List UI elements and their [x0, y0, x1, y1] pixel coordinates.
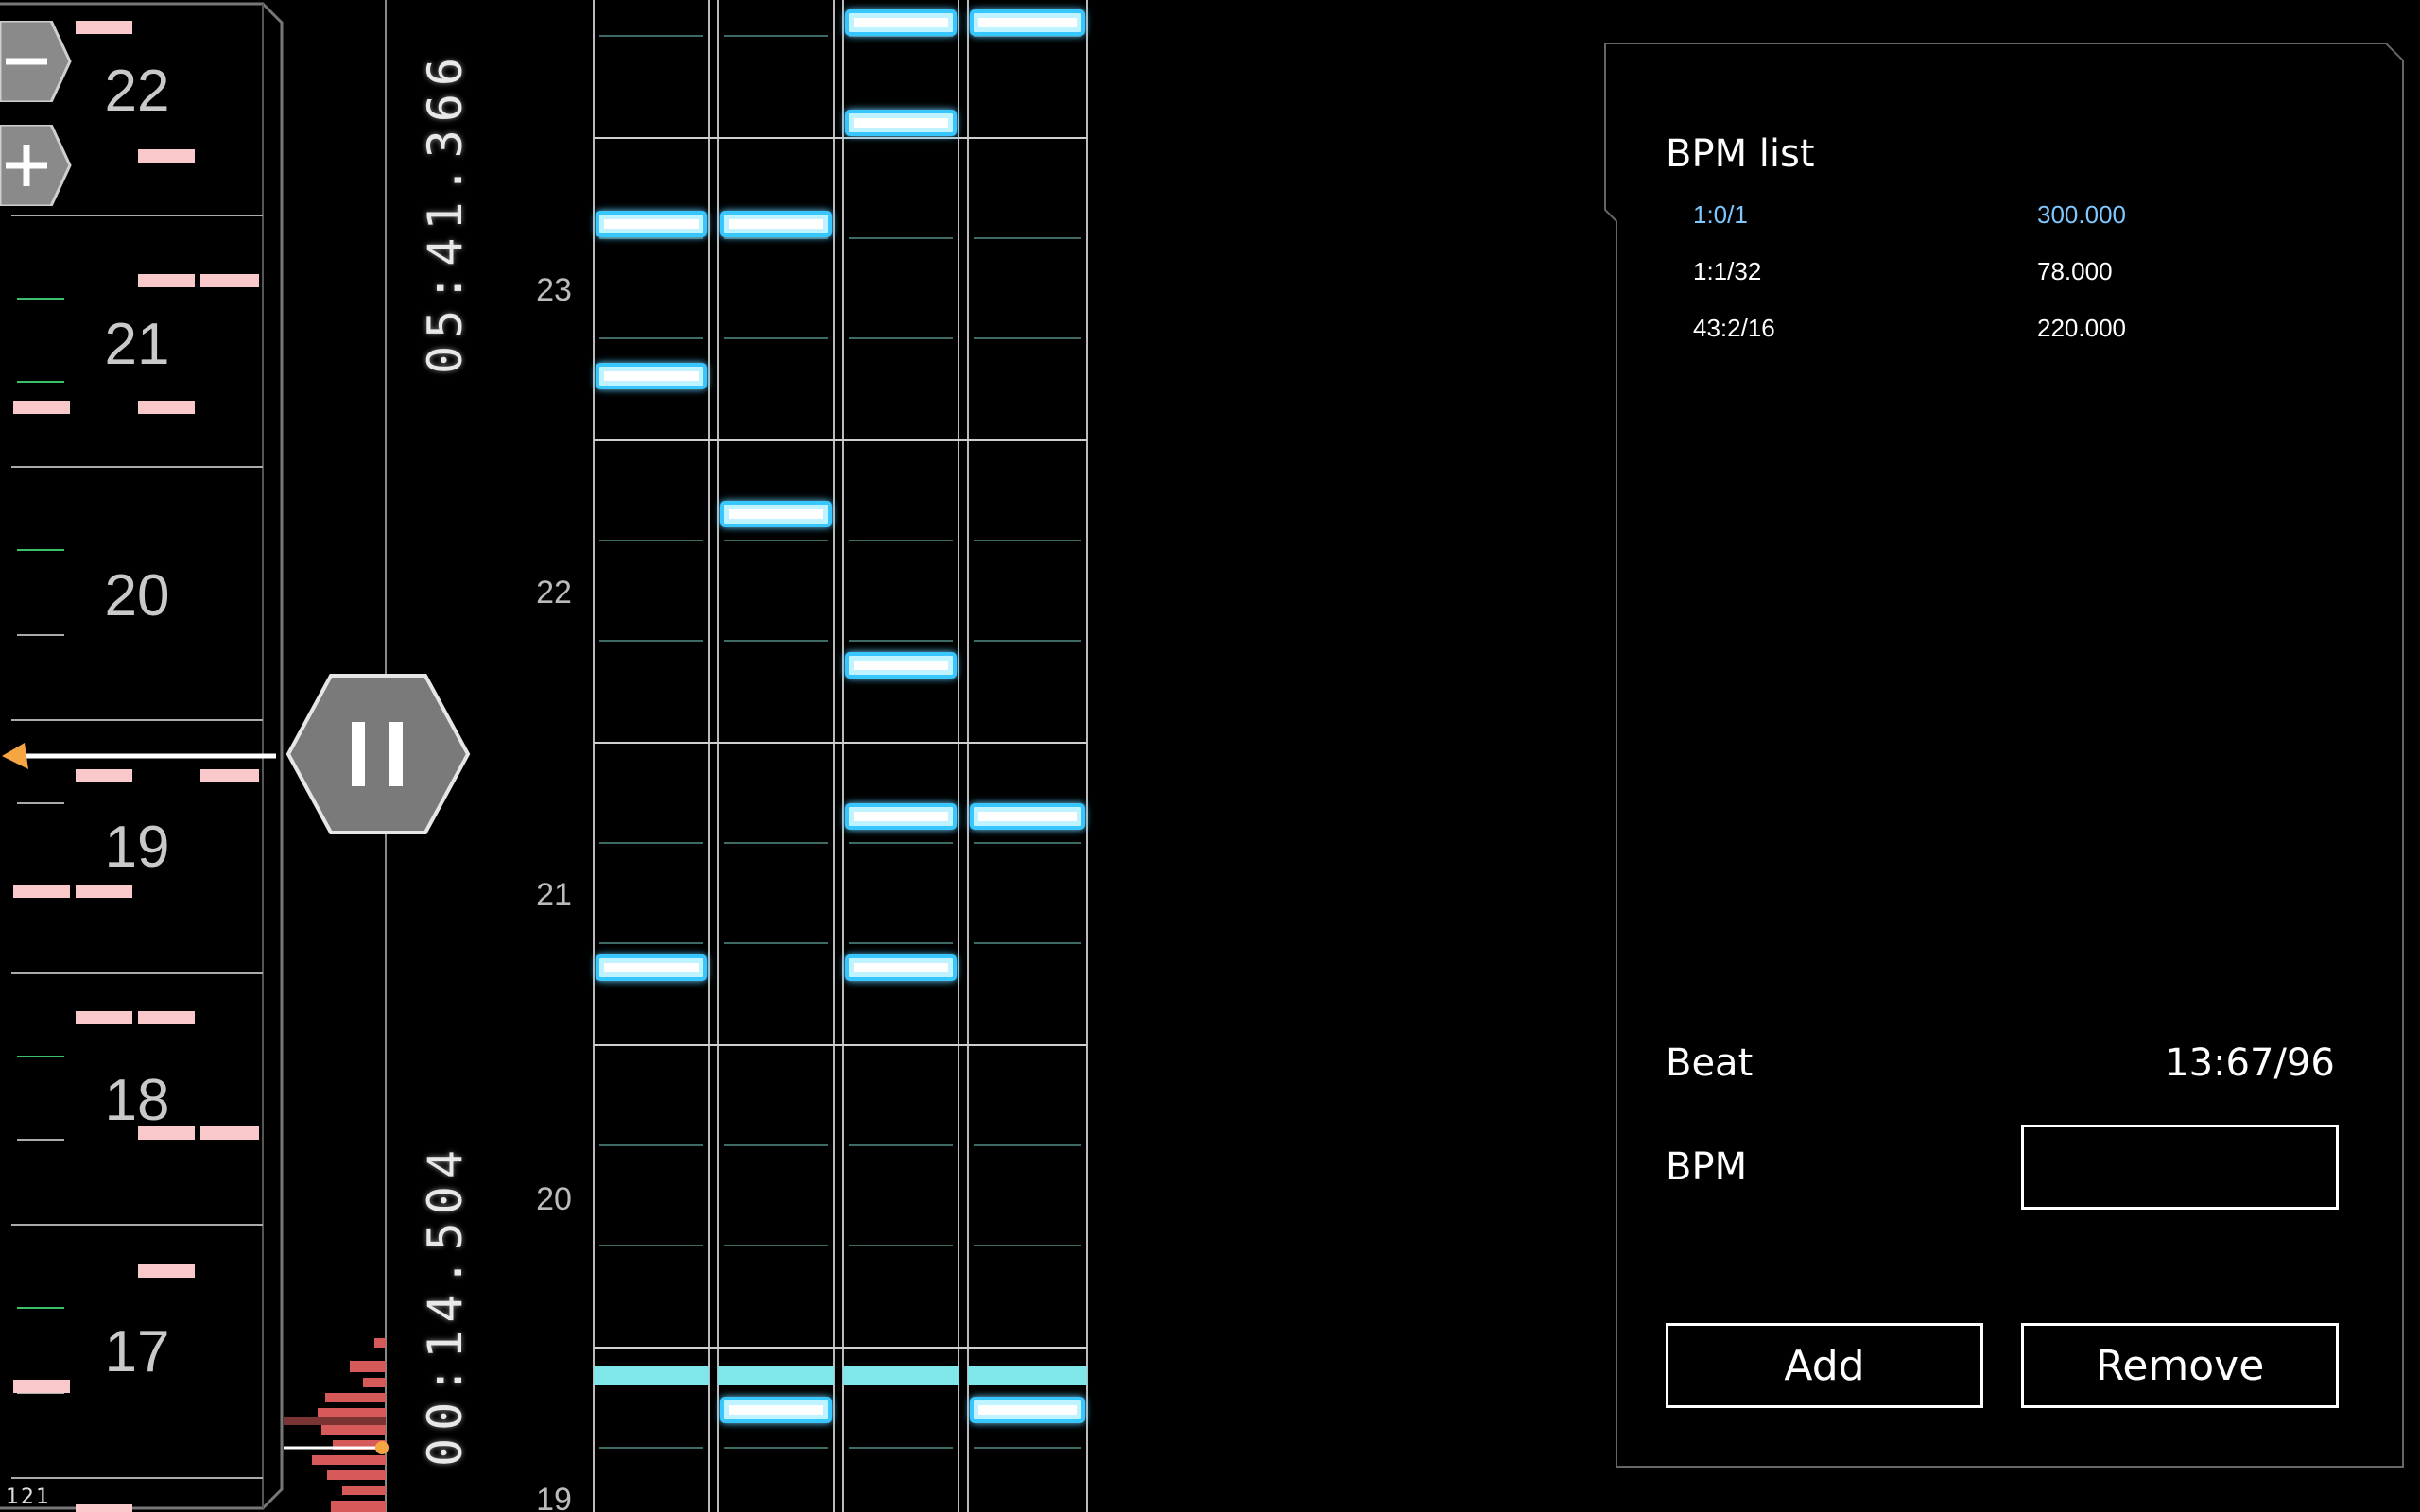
note-core: [729, 219, 823, 229]
cursor-line: [594, 1366, 1087, 1385]
bpm-list-item[interactable]: 1:1/32 78.000: [1693, 257, 2260, 304]
note-core: [854, 18, 948, 27]
note-core: [978, 18, 1077, 27]
add-button[interactable]: Add: [1666, 1323, 1983, 1408]
plus-icon: [0, 123, 72, 208]
note-core: [729, 1405, 823, 1415]
measure-label-17: 17: [104, 1319, 170, 1384]
bpm-panel-frame: [1604, 43, 2404, 1468]
note-core: [854, 118, 948, 128]
bpm-list-item[interactable]: 43:2/16 220.000: [1693, 314, 2260, 361]
measure-label-18: 18: [104, 1068, 170, 1133]
overview-lines: [0, 2, 284, 1512]
bpm-entry-beat: 1:0/1: [1693, 200, 1748, 229]
note-core: [729, 509, 823, 519]
bpm-entry-value: 300.000: [2037, 200, 2126, 229]
lane-measure-20: 20: [536, 1181, 572, 1217]
note-core: [604, 219, 699, 229]
bpm-entry-beat: 1:1/32: [1693, 257, 1762, 285]
note-lanes: [593, 0, 1088, 1512]
bpm-list-title: BPM list: [1666, 132, 1815, 176]
lane-measure-22: 22: [536, 575, 572, 610]
lane-area[interactable]: 23 22 21 20 19: [510, 0, 1097, 1512]
bpm-panel: BPM list 1:0/1 300.000 1:1/32 78.000 43:…: [1603, 42, 2405, 1469]
note-core: [604, 963, 699, 972]
remove-button[interactable]: Remove: [2021, 1323, 2339, 1408]
pause-icon: [285, 674, 471, 834]
measure-counter: 121: [6, 1486, 51, 1509]
overview-strip[interactable]: 22 21 20 19 18 17 121: [0, 0, 284, 1512]
chart-editor: 22 21 20 19 18 17 121 05:41.366 00:14.50…: [0, 0, 2420, 1512]
note-core: [978, 812, 1077, 821]
bpm-input[interactable]: [2021, 1125, 2339, 1210]
density-histogram: [284, 1338, 386, 1512]
zoom-out-button[interactable]: [0, 19, 72, 104]
note-core: [854, 963, 948, 972]
bpm-entry-beat: 43:2/16: [1693, 314, 1775, 342]
minus-icon: [0, 19, 72, 104]
measure-label-21: 21: [104, 312, 170, 377]
pause-button[interactable]: [285, 673, 471, 835]
beat-label: Beat: [1666, 1041, 1754, 1085]
bpm-entry-value: 220.000: [2037, 314, 2126, 342]
measure-label-22: 22: [104, 59, 170, 124]
bpm-label: BPM: [1666, 1145, 1748, 1189]
total-time-display: 05:41.366: [418, 50, 473, 374]
playhead-marker[interactable]: [2, 743, 28, 769]
note-core: [854, 661, 948, 670]
measure-label-20: 20: [104, 563, 170, 628]
current-time-display: 00:14.504: [418, 1143, 473, 1467]
lane-measure-19: 19: [536, 1482, 572, 1512]
note-core: [978, 1405, 1077, 1415]
zoom-in-button[interactable]: [0, 123, 72, 208]
bpm-entry-value: 78.000: [2037, 257, 2113, 285]
lane-measure-23: 23: [536, 272, 572, 308]
beat-value: 13:67/96: [2165, 1041, 2335, 1085]
bpm-list-item[interactable]: 1:0/1 300.000: [1693, 200, 2260, 248]
note-core: [854, 812, 948, 821]
lane-measure-21: 21: [536, 877, 572, 913]
measure-label-19: 19: [104, 815, 170, 880]
note-core: [604, 371, 699, 381]
